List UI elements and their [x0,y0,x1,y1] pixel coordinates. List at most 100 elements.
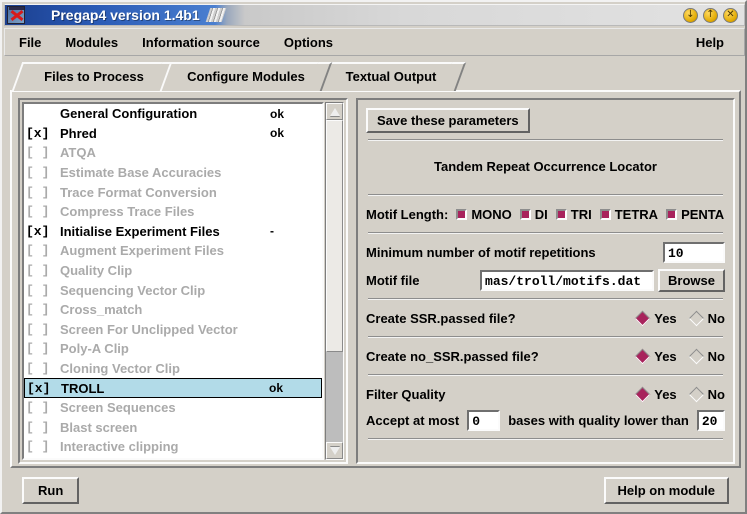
module-checkbox[interactable]: [x] [26,126,60,141]
bottom-bar: Run Help on module [10,472,741,508]
module-row[interactable]: [x] TROLL ok [24,378,322,398]
help-on-module-button[interactable]: Help on module [603,476,729,504]
menu-item-modules[interactable]: Modules [55,32,128,53]
module-checkbox[interactable]: [ ] [26,420,60,435]
create-no-ssr-label: Create no_SSR.passed file? [366,348,539,364]
module-checkbox[interactable]: [ ] [26,283,60,298]
title-bar: Pregap4 version 1.4b1 ↓ ↑ ✕ [4,4,745,26]
module-checkbox[interactable]: [ ] [26,165,60,180]
module-checkbox[interactable]: [ ] [26,400,60,415]
module-checkbox[interactable]: [ ] [26,302,60,317]
checkbox-mono[interactable] [456,208,468,220]
radio-create-no-ssr-yes[interactable] [634,348,651,364]
module-checkbox[interactable]: [ ] [26,439,60,454]
radio-filter-quality-yes[interactable] [634,386,651,402]
min-repetitions-label: Minimum number of motif repetitions [366,244,596,260]
module-checkbox[interactable]: [ ] [26,145,60,160]
save-parameters-button[interactable]: Save these parameters [366,108,530,133]
scrollbar-thumb[interactable] [326,120,343,352]
motif-file-input[interactable]: mas/troll/motifs.dat [480,269,655,291]
checkbox-tri[interactable] [555,208,567,220]
module-row[interactable]: [ ] Cloning Vector Clip [24,359,322,379]
module-row[interactable]: [ ] Estimate Base Accuracies [24,163,322,183]
module-checkbox[interactable]: [x] [26,224,60,239]
scrollbar-track[interactable] [326,120,343,442]
module-label: RepeatMasker [60,459,270,460]
app-logo-icon [7,6,25,24]
module-label: TROLL [61,380,105,396]
min-repetitions-input[interactable]: 10 [663,241,725,263]
title-grip-icon [205,8,226,22]
module-status: ok [270,126,285,141]
module-row[interactable]: [ ] Interactive clipping [24,437,322,457]
tab-bar: Files to Process Configure Modules Textu… [10,62,743,92]
module-label: ATQA [60,145,96,161]
window-controls: ↓ ↑ ✕ [683,7,738,23]
module-row[interactable]: [x] Initialise Experiment Files - [24,222,322,242]
module-label: Trace Format Conversion [60,184,217,200]
run-button[interactable]: Run [22,476,80,504]
module-row[interactable]: [ ] Sequencing Vector Clip [24,280,322,300]
module-row[interactable]: [x] Phred ok [24,124,322,144]
module-row[interactable]: [ ] Compress Trace Files [24,202,322,222]
tab-textual-output[interactable]: Textual Output [315,62,467,91]
filter-quality-label: Filter Quality [366,386,446,402]
module-label: Screen Sequences [60,400,176,416]
module-row[interactable]: [ ] Poly-A Clip [24,339,322,359]
close-button[interactable]: ✕ [723,7,738,23]
checkbox-tetra[interactable] [599,208,611,220]
window-title: Pregap4 version 1.4b1 [51,7,200,23]
module-row[interactable]: [ ] Trace Format Conversion [24,182,322,202]
max-bases-input[interactable]: 0 [467,409,501,431]
module-row[interactable]: [ ] Quality Clip [24,261,322,281]
module-row[interactable]: [ ] Screen For Unclipped Vector [24,320,322,340]
quality-threshold-input[interactable]: 20 [696,409,725,431]
scroll-down-arrow-icon[interactable] [326,442,343,459]
separator [368,336,723,338]
menu-item-options[interactable]: Options [274,32,343,53]
tab-files-to-process[interactable]: Files to Process [11,62,177,91]
module-checkbox[interactable]: [ ] [26,185,60,200]
module-checkbox[interactable]: [ ] [26,322,60,337]
module-row[interactable]: [ ]RepeatMasker [24,457,322,460]
menu-item-help[interactable]: Help [686,32,734,53]
tab-label: Configure Modules [187,69,305,84]
module-label: Blast screen [60,419,138,435]
radio-filter-quality-no[interactable] [688,386,704,402]
scroll-up-arrow-icon[interactable] [326,103,343,120]
module-list-scrollbar[interactable] [325,102,344,460]
module-row[interactable]: [ ] ATQA [24,143,322,163]
module-row[interactable]: [ ] Screen Sequences [24,398,322,418]
module-checkbox[interactable]: [x] [27,381,61,396]
module-list[interactable]: General Configuration ok [x] Phred ok[ ] ATQA… [22,102,324,460]
menu-item-information-source[interactable]: Information source [132,32,270,53]
radio-create-ssr-no[interactable] [688,310,704,326]
close-icon: ✕ [726,9,735,20]
minimize-button[interactable]: ↓ [683,7,698,23]
module-status: ok [269,381,284,396]
module-checkbox[interactable]: [ ] [26,361,60,376]
module-label: Screen For Unclipped Vector [60,321,238,337]
module-checkbox[interactable]: [ ] [26,459,60,460]
tab-configure-modules[interactable]: Configure Modules [159,62,333,91]
module-row[interactable]: General Configuration ok [24,104,322,124]
radio-create-ssr-yes[interactable] [634,310,651,326]
module-label: Phred [60,125,97,141]
module-checkbox[interactable]: [ ] [26,243,60,258]
maximize-button[interactable]: ↑ [703,7,718,23]
browse-button[interactable]: Browse [658,268,725,292]
module-label: Quality Clip [60,263,133,279]
module-checkbox[interactable]: [ ] [26,341,60,356]
module-row[interactable]: [ ] Cross_match [24,300,322,320]
radio-create-no-ssr-no[interactable] [688,348,704,364]
checkbox-di[interactable] [519,208,531,220]
checkbox-penta[interactable] [666,208,678,220]
create-ssr-label: Create SSR.passed file? [366,310,516,326]
menu-item-file[interactable]: File [9,32,51,53]
module-checkbox[interactable]: [ ] [26,204,60,219]
module-label: Interactive clipping [60,439,179,455]
module-label: Poly-A Clip [60,341,129,357]
module-row[interactable]: [ ] Augment Experiment Files [24,241,322,261]
module-checkbox[interactable]: [ ] [26,263,60,278]
module-row[interactable]: [ ] Blast screen [24,418,322,438]
